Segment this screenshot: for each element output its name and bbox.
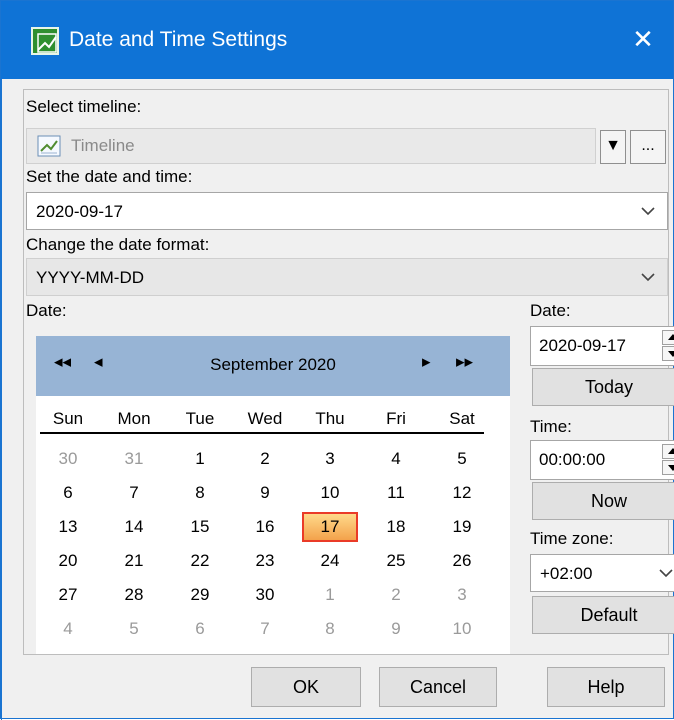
weekday-wed: Wed <box>247 409 283 428</box>
calendar-day[interactable]: 6 <box>172 614 228 644</box>
calendar-day[interactable]: 2 <box>368 580 424 610</box>
time-label: Time: <box>530 417 572 436</box>
calendar-day[interactable]: 8 <box>172 478 228 508</box>
calendar-day[interactable]: 22 <box>172 546 228 576</box>
calendar-day[interactable]: 20 <box>40 546 96 576</box>
chart-app-icon <box>31 27 59 55</box>
calendar-day[interactable]: 25 <box>368 546 424 576</box>
next-year-button[interactable]: ▸▸ <box>456 352 486 378</box>
date-spinner[interactable]: 2020-09-17 <box>530 326 674 366</box>
calendar-day[interactable]: 7 <box>106 478 162 508</box>
calendar-day[interactable]: 15 <box>172 512 228 542</box>
time-spinner-value: 00:00:00 <box>539 450 606 469</box>
timeline-chart-icon <box>37 135 61 157</box>
change-date-format-label: Change the date format: <box>26 235 210 254</box>
calendar-day[interactable]: 19 <box>434 512 490 542</box>
calendar-day[interactable]: 27 <box>40 580 96 610</box>
right-panel: Date: 2020-09-17 Today Time: 00:00:00 No… <box>530 90 674 650</box>
calendar-day[interactable]: 7 <box>237 614 293 644</box>
calendar-day-selected[interactable]: 17 <box>302 512 358 542</box>
spinner-up-icon[interactable] <box>662 444 674 459</box>
select-timeline-label: Select timeline: <box>26 97 142 116</box>
calendar-day[interactable]: 1 <box>172 444 228 474</box>
dialog-content: Select timeline: Timeline ▼ ... Set the … <box>23 89 674 655</box>
close-icon: ✕ <box>632 24 654 54</box>
timeline-selector[interactable]: Timeline <box>26 128 596 164</box>
calendar-day[interactable]: 6 <box>40 478 96 508</box>
calendar-day[interactable]: 29 <box>172 580 228 610</box>
timeline-value: Timeline <box>71 136 135 155</box>
calendar-day[interactable]: 1 <box>302 580 358 610</box>
calendar-day[interactable]: 13 <box>40 512 96 542</box>
window-left-border <box>1 79 2 720</box>
time-zone-value: +02:00 <box>540 564 593 583</box>
date-time-settings-dialog: Date and Time Settings ✕ Select timeline… <box>0 0 674 720</box>
calendar-day[interactable]: 30 <box>237 580 293 610</box>
date-label-right: Date: <box>530 301 571 320</box>
calendar-day[interactable]: 16 <box>237 512 293 542</box>
time-zone-combo[interactable]: +02:00 <box>530 554 674 592</box>
calendar-day[interactable]: 4 <box>368 444 424 474</box>
calendar: ◂◂ ◂ September 2020 ▸ ▸▸ Sun Mon Tue Wed… <box>36 336 510 654</box>
previous-month-button[interactable]: ◂ <box>94 352 124 378</box>
date-label-left: Date: <box>26 301 67 320</box>
calendar-month-year: September 2020 <box>210 355 336 374</box>
calendar-day[interactable]: 9 <box>237 478 293 508</box>
calendar-day[interactable]: 10 <box>302 478 358 508</box>
calendar-day[interactable]: 5 <box>106 614 162 644</box>
calendar-header: ◂◂ ◂ September 2020 ▸ ▸▸ <box>36 336 510 396</box>
ok-button[interactable]: OK <box>251 667 361 707</box>
calendar-day[interactable]: 21 <box>106 546 162 576</box>
today-button[interactable]: Today <box>532 368 674 406</box>
spinner-up-icon[interactable] <box>662 330 674 345</box>
default-button[interactable]: Default <box>532 596 674 634</box>
cancel-button[interactable]: Cancel <box>379 667 497 707</box>
calendar-day[interactable]: 5 <box>434 444 490 474</box>
weekday-sun: Sun <box>52 409 84 428</box>
spinner-down-icon[interactable] <box>662 346 674 361</box>
calendar-day[interactable]: 23 <box>237 546 293 576</box>
chevron-down-icon <box>659 569 673 578</box>
date-format-value: YYYY-MM-DD <box>36 268 144 287</box>
date-time-value: 2020-09-17 <box>36 202 123 221</box>
calendar-day[interactable]: 3 <box>302 444 358 474</box>
calendar-day[interactable]: 31 <box>106 444 162 474</box>
calendar-day[interactable]: 28 <box>106 580 162 610</box>
calendar-day[interactable]: 10 <box>434 614 490 644</box>
calendar-day[interactable]: 8 <box>302 614 358 644</box>
calendar-divider <box>40 432 484 434</box>
previous-year-button[interactable]: ◂◂ <box>54 352 84 378</box>
weekday-fri: Fri <box>386 409 406 428</box>
time-spinner[interactable]: 00:00:00 <box>530 440 674 480</box>
calendar-day[interactable]: 30 <box>40 444 96 474</box>
title-bar: Date and Time Settings ✕ <box>1 1 673 79</box>
next-month-button[interactable]: ▸ <box>422 352 452 378</box>
now-button[interactable]: Now <box>532 482 674 520</box>
weekday-sat: Sat <box>449 409 475 428</box>
weekday-tue: Tue <box>185 409 215 428</box>
calendar-day[interactable]: 9 <box>368 614 424 644</box>
set-date-time-label: Set the date and time: <box>26 167 193 186</box>
calendar-day[interactable]: 4 <box>40 614 96 644</box>
time-zone-label: Time zone: <box>530 529 614 548</box>
date-spinner-value: 2020-09-17 <box>539 336 626 355</box>
weekday-thu: Thu <box>315 409 345 428</box>
window-title: Date and Time Settings <box>69 28 288 51</box>
spinner-down-icon[interactable] <box>662 460 674 475</box>
calendar-day[interactable]: 18 <box>368 512 424 542</box>
calendar-day[interactable]: 24 <box>302 546 358 576</box>
calendar-day[interactable]: 14 <box>106 512 162 542</box>
calendar-day[interactable]: 3 <box>434 580 490 610</box>
calendar-day[interactable]: 2 <box>237 444 293 474</box>
calendar-day[interactable]: 12 <box>434 478 490 508</box>
calendar-day[interactable]: 26 <box>434 546 490 576</box>
calendar-day[interactable]: 11 <box>368 478 424 508</box>
close-button[interactable]: ✕ <box>623 19 663 59</box>
help-button[interactable]: Help <box>547 667 665 707</box>
weekday-mon: Mon <box>117 409 151 428</box>
